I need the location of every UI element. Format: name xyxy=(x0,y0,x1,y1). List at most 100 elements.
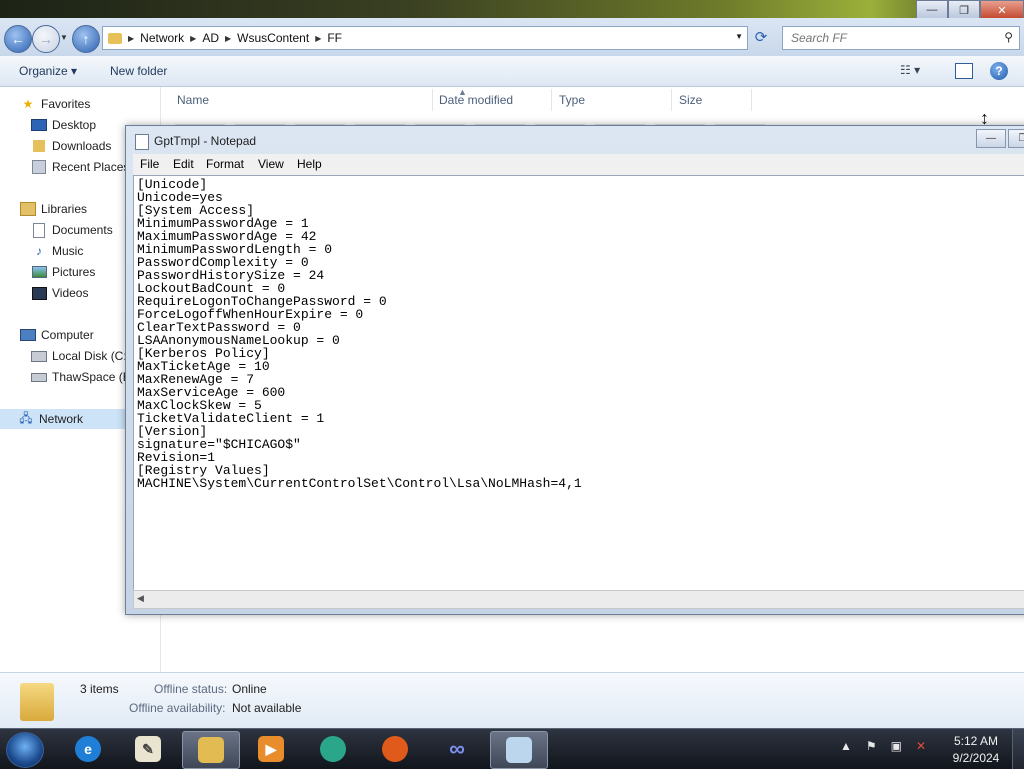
maximize-button[interactable]: ❐ xyxy=(1008,129,1024,148)
nav-computer-label: Computer xyxy=(41,328,94,342)
folder-icon xyxy=(20,683,54,721)
back-button[interactable]: ← xyxy=(4,25,32,53)
search-input[interactable] xyxy=(789,27,993,49)
taskbar-network-globe[interactable] xyxy=(305,731,361,767)
refresh-button[interactable]: ⟳ xyxy=(750,26,772,48)
nav-desktop-label: Desktop xyxy=(52,118,97,132)
menu-edit[interactable]: Edit xyxy=(173,157,194,171)
pictures-icon xyxy=(31,265,47,279)
column-header-name[interactable]: Name xyxy=(177,93,209,107)
column-divider[interactable] xyxy=(751,89,752,111)
address-field[interactable]: ▶ Network ▶ AD ▶ WsusContent ▶ FF ▼ xyxy=(102,26,748,50)
chevron-right-icon: ▶ xyxy=(225,33,232,43)
column-header-date-modified[interactable]: Date modified xyxy=(439,93,513,107)
network-tray-icon[interactable]: ▣ xyxy=(891,739,902,753)
breadcrumb-network[interactable]: Network xyxy=(140,31,184,45)
taskbar-internet-explorer[interactable]: e xyxy=(60,731,116,767)
notepad-titlebar[interactable]: GptTmpl - Notepad — ❐ xyxy=(126,126,1024,154)
minimize-button[interactable]: — xyxy=(976,129,1006,148)
nav-recent-places[interactable]: Recent Places xyxy=(31,157,129,177)
new-folder-button[interactable]: New folder xyxy=(110,64,167,78)
nav-documents[interactable]: Documents xyxy=(31,220,113,240)
taskbar-firefox[interactable] xyxy=(367,731,423,767)
menu-format[interactable]: Format xyxy=(206,157,244,171)
maximize-button[interactable]: ❐ xyxy=(948,0,980,20)
breadcrumb-ff[interactable]: FF xyxy=(327,31,342,45)
offline-status-label: Offline status: xyxy=(154,682,228,696)
horizontal-scrollbar[interactable]: ◀ xyxy=(133,590,1024,609)
chevron-right-icon: ▶ xyxy=(315,33,322,43)
forward-button[interactable]: → xyxy=(32,25,60,53)
drive-icon xyxy=(31,370,47,384)
volume-muted-icon[interactable]: ✕ xyxy=(916,739,926,753)
help-button[interactable]: ? xyxy=(990,62,1008,80)
nav-music[interactable]: ♪ Music xyxy=(31,241,83,261)
search-icon[interactable]: ⚲ xyxy=(1004,30,1013,44)
notepad-window: GptTmpl - Notepad — ❐ File Edit Format V… xyxy=(125,125,1024,615)
nav-network-label: Network xyxy=(39,412,84,426)
nav-downloads[interactable]: Downloads xyxy=(31,136,111,156)
nav-pictures-label: Pictures xyxy=(52,265,96,279)
text-editor[interactable]: [Unicode] Unicode=yes [System Access] Mi… xyxy=(133,175,1024,591)
organize-button[interactable]: Organize ▾ xyxy=(19,64,77,78)
preview-pane-button[interactable] xyxy=(955,63,973,79)
start-button[interactable] xyxy=(6,732,44,768)
media-player-icon: ▶ xyxy=(258,736,284,762)
chevron-right-icon: ▶ xyxy=(190,33,197,43)
nav-libraries[interactable]: Libraries xyxy=(20,199,87,219)
column-header-size[interactable]: Size xyxy=(679,93,702,107)
nav-favorites-label: Favorites xyxy=(41,97,91,111)
firefox-icon xyxy=(382,736,408,762)
editor-content[interactable]: [Unicode] Unicode=yes [System Access] Mi… xyxy=(134,176,1024,492)
breadcrumb-ad[interactable]: AD xyxy=(202,31,219,45)
drive-icon xyxy=(31,349,47,363)
clock[interactable]: 5:12 AM 9/2/2024 xyxy=(946,733,1006,767)
folder-icon xyxy=(108,32,122,44)
minimize-button[interactable]: — xyxy=(916,0,948,20)
chevron-down-icon[interactable]: ▼ xyxy=(735,32,743,41)
nav-music-label: Music xyxy=(52,244,84,258)
menu-file[interactable]: File xyxy=(140,157,159,171)
taskbar-windows-explorer[interactable] xyxy=(182,731,240,769)
breadcrumb-wsuscontent[interactable]: WsusContent xyxy=(237,31,309,45)
scroll-left-icon[interactable]: ◀ xyxy=(137,593,144,604)
nav-desktop[interactable]: Desktop xyxy=(31,115,96,135)
nav-computer[interactable]: Computer xyxy=(20,325,94,345)
change-view-button[interactable]: ☷ ▾ xyxy=(900,63,920,77)
offline-availability-value: Not available xyxy=(232,701,302,715)
show-desktop-button[interactable] xyxy=(1012,729,1024,769)
nav-videos[interactable]: Videos xyxy=(31,283,88,303)
search-box[interactable]: ⚲ xyxy=(782,26,1020,50)
globe-icon xyxy=(320,736,346,762)
column-divider[interactable] xyxy=(671,89,672,111)
recent-pages-dropdown[interactable]: ▼ xyxy=(60,33,68,42)
notepad-caption-buttons: — ❐ xyxy=(976,129,1024,148)
star-icon: ★ xyxy=(22,97,34,111)
close-button[interactable]: ✕ xyxy=(980,0,1024,20)
clock-date: 9/2/2024 xyxy=(952,751,1000,765)
offline-availability-label: Offline availability: xyxy=(129,701,226,715)
nav-favorites[interactable]: ★ Favorites xyxy=(20,94,91,114)
column-divider[interactable] xyxy=(551,89,552,111)
menu-help[interactable]: Help xyxy=(297,157,322,171)
nav-local-disk[interactable]: Local Disk (C:) xyxy=(31,346,131,366)
flag-icon[interactable]: ⚑ xyxy=(866,739,877,753)
menu-view[interactable]: View xyxy=(258,157,284,171)
nav-thawspace[interactable]: ThawSpace (E:) xyxy=(31,367,138,387)
up-button[interactable]: ↑ xyxy=(72,25,100,53)
taskbar-notepad-active[interactable] xyxy=(490,731,548,769)
taskbar-infinity-app[interactable]: ∞ xyxy=(429,731,485,767)
nav-documents-label: Documents xyxy=(52,223,113,237)
offline-status-value: Online xyxy=(232,682,267,696)
column-header-type[interactable]: Type xyxy=(559,93,585,107)
notepad-icon xyxy=(506,737,532,763)
taskbar-media-player[interactable]: ▶ xyxy=(243,731,299,767)
desktop-icon xyxy=(31,118,47,132)
nav-local-disk-label: Local Disk (C:) xyxy=(52,349,131,363)
libraries-icon xyxy=(20,202,36,216)
chevron-up-icon[interactable]: ▲ xyxy=(840,739,852,753)
infinity-icon: ∞ xyxy=(449,736,465,761)
taskbar-notepad[interactable]: ✎ xyxy=(120,731,176,767)
column-divider[interactable] xyxy=(432,89,433,111)
nav-pictures[interactable]: Pictures xyxy=(31,262,95,282)
